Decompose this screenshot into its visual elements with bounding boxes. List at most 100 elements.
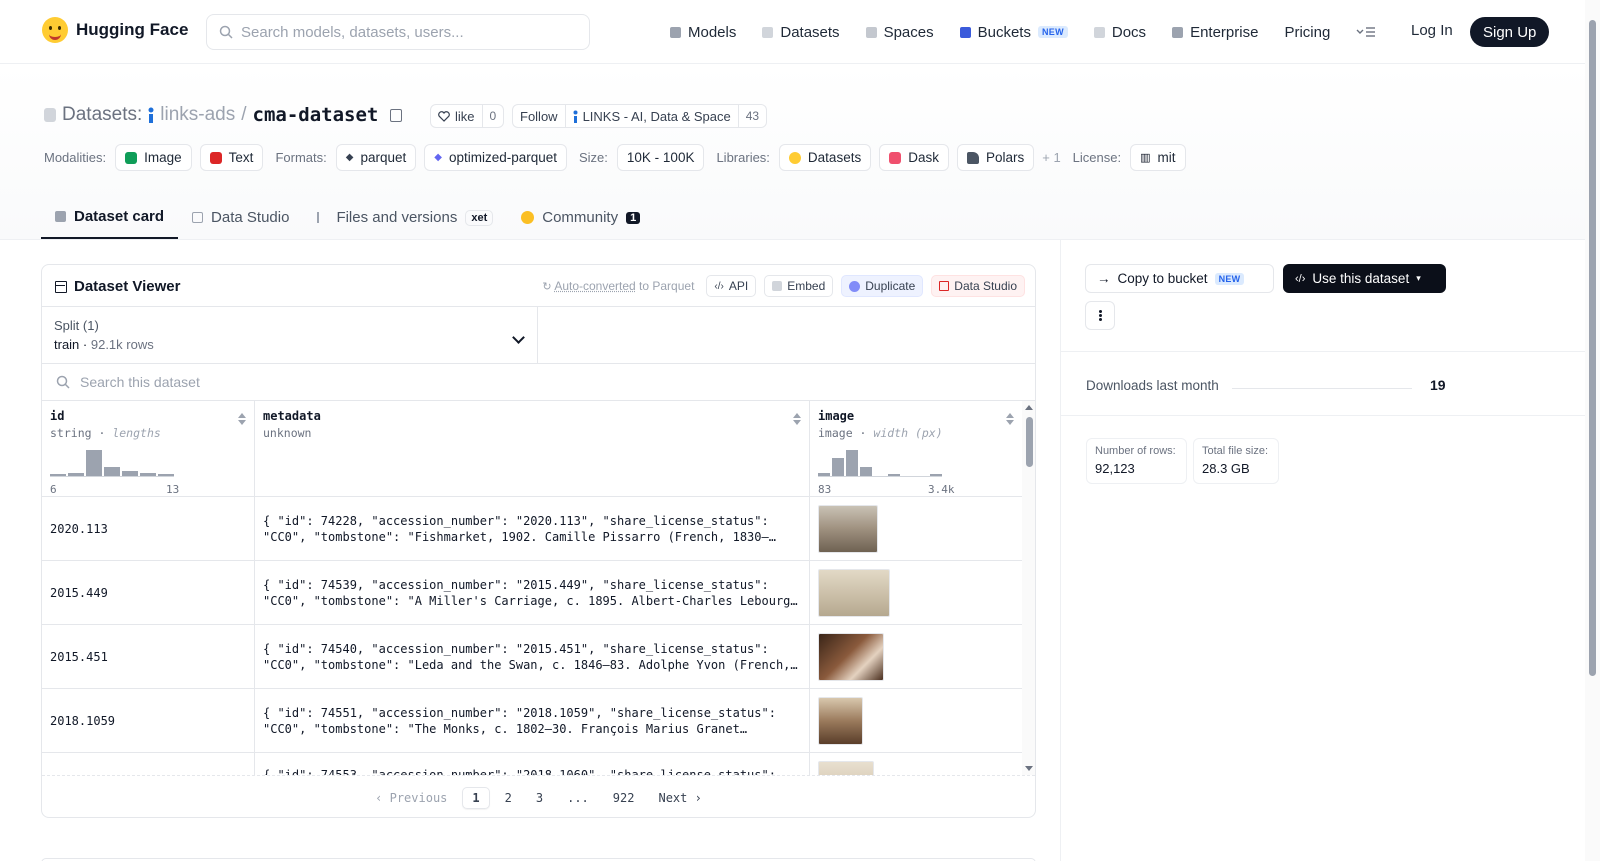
histogram-bar[interactable] [832,458,844,476]
scroll-down-icon[interactable] [1025,766,1033,771]
nav-spaces[interactable]: Spaces [866,20,934,44]
cell-id[interactable]: 2020.113 [42,497,255,561]
use-this-dataset-button[interactable]: ‹/› Use this dataset ▾ [1283,264,1446,293]
auto-converted-link[interactable]: Auto-converted [554,279,635,293]
sort-icon[interactable] [1006,413,1014,425]
repo-type-link[interactable]: Datasets: [62,104,142,126]
histogram-bar[interactable] [158,474,174,476]
cell-id[interactable]: 2018.1059 [42,689,255,753]
global-search-input[interactable] [241,24,571,41]
split-selector[interactable]: Split (1) train · 92.1k rows [42,307,538,364]
image-thumbnail[interactable] [818,697,863,745]
tag-library-datasets[interactable]: Datasets [779,144,871,171]
follow-button[interactable]: Follow LINKS - AI, Data & Space 43 [512,104,767,128]
nav-datasets[interactable]: Datasets [762,20,839,44]
more-options-button[interactable] [1085,301,1115,330]
dataset-search-input[interactable] [80,374,480,390]
global-search[interactable] [206,14,590,50]
cell-id[interactable] [42,753,255,775]
histogram-bar[interactable] [86,450,102,476]
org-link[interactable]: links-ads [160,104,235,126]
duplicate-button[interactable]: Duplicate [841,275,923,297]
tag-modality-text[interactable]: Text [200,144,264,171]
scrollbar-thumb[interactable] [1026,417,1033,467]
histogram-bar[interactable] [104,467,120,476]
copy-to-bucket-button[interactable]: → Copy to bucket NEW [1085,264,1274,293]
column-header-id[interactable]: id string · lengths 6 13 [42,401,255,497]
sort-icon[interactable] [793,413,801,425]
nav-docs[interactable]: Docs [1094,20,1146,44]
logo-link[interactable]: Hugging Face [42,17,188,43]
table-row[interactable]: { "id": 74553, "accession_number": "2018… [42,753,1022,775]
image-thumbnail[interactable] [818,569,890,617]
image-thumbnail[interactable] [818,633,884,681]
sort-icon[interactable] [238,413,246,425]
histogram-bar[interactable] [888,474,900,476]
cell-image[interactable] [810,753,1022,775]
page-scrollbar-thumb[interactable] [1589,20,1596,676]
histogram-bar[interactable] [140,473,156,476]
tag-license[interactable]: ▥ mit [1130,144,1185,171]
cell-image[interactable] [810,689,1022,753]
image-thumbnail[interactable] [818,505,878,553]
tab-files-and-versions[interactable]: Files and versions xet [303,196,507,239]
copy-icon[interactable] [390,109,402,122]
cell-image[interactable] [810,497,1022,561]
table-row[interactable]: 2018.1059 { "id": 74551, "accession_numb… [42,689,1022,753]
nav-pricing[interactable]: Pricing [1284,20,1330,44]
tag-format-parquet[interactable]: ◆ parquet [336,144,417,171]
dataset-search[interactable] [42,364,1035,401]
cell-metadata[interactable]: { "id": 74551, "accession_number": "2018… [255,689,810,753]
like-button[interactable]: like 0 [430,104,504,128]
table-row[interactable]: 2015.449 { "id": 74539, "accession_numbe… [42,561,1022,625]
cell-metadata[interactable]: { "id": 74540, "accession_number": "2015… [255,625,810,689]
histogram-bar[interactable] [860,467,872,476]
pagination-previous[interactable]: ‹ Previous [366,788,456,808]
cell-image[interactable] [810,561,1022,625]
embed-button[interactable]: Embed [764,275,833,297]
histogram-bar[interactable] [50,474,66,476]
tab-data-studio[interactable]: Data Studio [178,196,303,239]
pagination-page[interactable]: 1 [462,787,489,809]
pagination-page[interactable]: 2 [496,788,521,808]
nav-more-menu[interactable] [1356,20,1376,44]
tag-library-dask[interactable]: Dask [879,144,949,171]
scroll-up-icon[interactable] [1025,405,1033,410]
signup-button[interactable]: Sign Up [1470,17,1549,47]
nav-buckets[interactable]: Buckets NEW [960,20,1068,44]
tab-community[interactable]: Community 1 [507,196,654,239]
histogram-bar[interactable] [818,473,830,476]
histogram-bar[interactable] [846,450,858,476]
pagination-page[interactable]: 922 [604,788,644,808]
histogram-bar[interactable] [930,474,942,476]
tag-library-polars[interactable]: Polars [957,144,1034,171]
nav-models[interactable]: Models [670,20,736,44]
table-row[interactable]: 2015.451 { "id": 74540, "accession_numbe… [42,625,1022,689]
page-scrollbar[interactable] [1585,0,1600,861]
pagination-next[interactable]: Next › [649,788,710,808]
table-scrollbar[interactable] [1022,401,1036,775]
pagination-page[interactable]: 3 [527,788,552,808]
tag-modality-image[interactable]: Image [115,144,192,171]
column-header-image[interactable]: image image · width (px) 83 3.4k [810,401,1022,497]
repo-name[interactable]: cma-dataset [253,104,379,126]
tab-dataset-card[interactable]: Dataset card [41,196,178,239]
login-link[interactable]: Log In [1411,22,1453,39]
histogram-bar[interactable] [122,471,138,476]
data-studio-button[interactable]: Data Studio [931,275,1025,297]
cell-metadata[interactable]: { "id": 74539, "accession_number": "2015… [255,561,810,625]
api-button[interactable]: ‹/› API [706,275,756,297]
cell-metadata[interactable]: { "id": 74553, "accession_number": "2018… [255,753,810,775]
cell-id[interactable]: 2015.449 [42,561,255,625]
image-thumbnail[interactable] [818,761,874,775]
column-header-metadata[interactable]: metadata unknown [255,401,810,497]
histogram-bar[interactable] [68,473,84,476]
tag-size[interactable]: 10K - 100K [617,144,705,171]
table-row[interactable]: 2020.113 { "id": 74228, "accession_numbe… [42,497,1022,561]
cell-id[interactable]: 2015.451 [42,625,255,689]
libraries-more[interactable]: + 1 [1042,150,1060,165]
nav-enterprise[interactable]: Enterprise [1172,20,1258,44]
cell-image[interactable] [810,625,1022,689]
cell-metadata[interactable]: { "id": 74228, "accession_number": "2020… [255,497,810,561]
tag-format-optimized-parquet[interactable]: ◆ optimized-parquet [424,144,567,171]
